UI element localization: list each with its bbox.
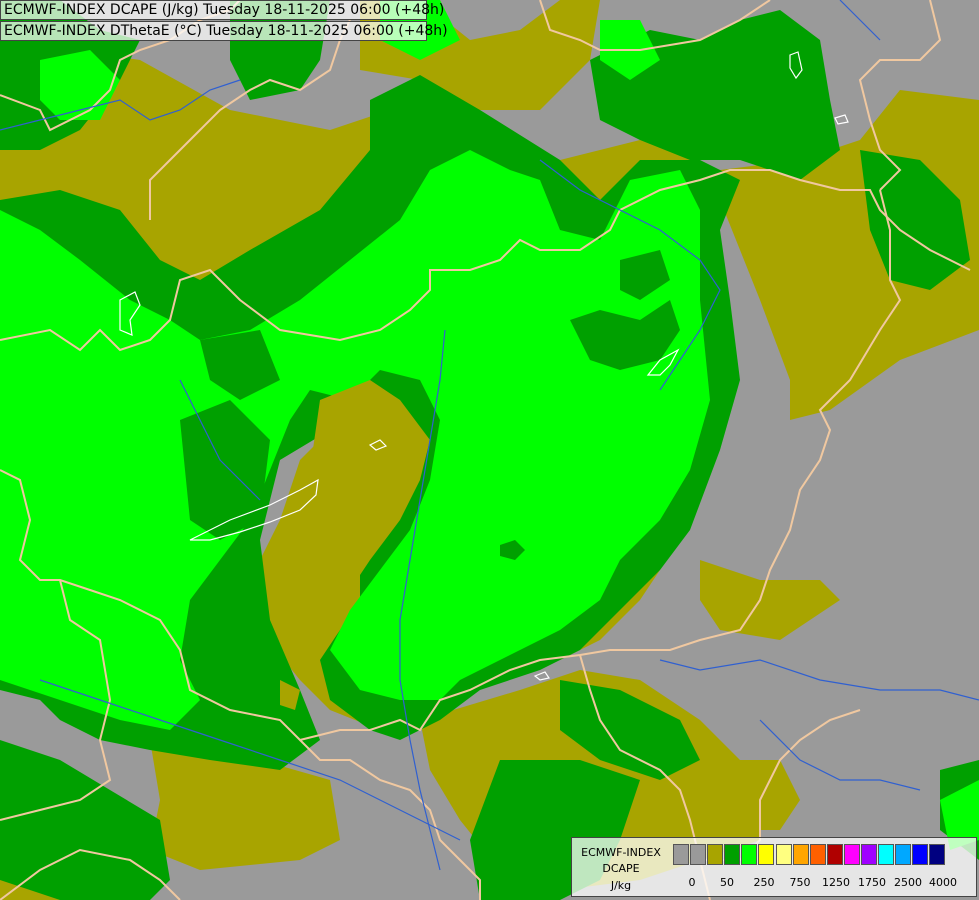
legend-swatch-13 (895, 844, 912, 865)
legend-swatches (673, 844, 947, 865)
legend-tick-3: 750 (789, 876, 811, 889)
legend-swatch-8 (809, 844, 826, 865)
map-title-dthetae: ECMWF-INDEX DThetaE (°C) Tuesday 18-11-2… (0, 21, 448, 41)
legend-swatch-14 (912, 844, 929, 865)
legend-swatch-12 (878, 844, 895, 865)
legend-swatch-4 (741, 844, 758, 865)
legend-swatch-3 (724, 844, 741, 865)
legend-swatch-10 (843, 844, 860, 865)
legend-unit: J/kg (610, 879, 632, 892)
legend-swatch-9 (826, 844, 843, 865)
dcape-map (0, 0, 979, 900)
legend-swatch-7 (792, 844, 809, 865)
map-title-dcape: ECMWF-INDEX DCAPE (J/kg) Tuesday 18-11-2… (0, 0, 444, 20)
legend-tick-0: 0 (688, 876, 696, 889)
color-legend: ECMWF-INDEX DCAPE J/kg 0 50 250 750 1250 1750… (571, 837, 977, 897)
legend-tick-5: 1750 (858, 876, 886, 889)
legend-tick-1: 50 (720, 876, 734, 889)
legend-swatch-11 (861, 844, 878, 865)
legend-tick-2: 250 (753, 876, 775, 889)
legend-swatch-2 (707, 844, 724, 865)
legend-swatch-6 (775, 844, 792, 865)
legend-title-2: DCAPE (602, 862, 640, 875)
legend-swatch-15 (929, 844, 946, 865)
legend-swatch-5 (758, 844, 775, 865)
legend-swatch-0 (673, 844, 689, 865)
legend-tick-7: 4000 (929, 876, 957, 889)
legend-swatch-1 (690, 844, 707, 865)
legend-tick-6: 2500 (894, 876, 922, 889)
legend-title-1: ECMWF-INDEX (581, 846, 661, 859)
legend-tick-4: 1250 (822, 876, 850, 889)
